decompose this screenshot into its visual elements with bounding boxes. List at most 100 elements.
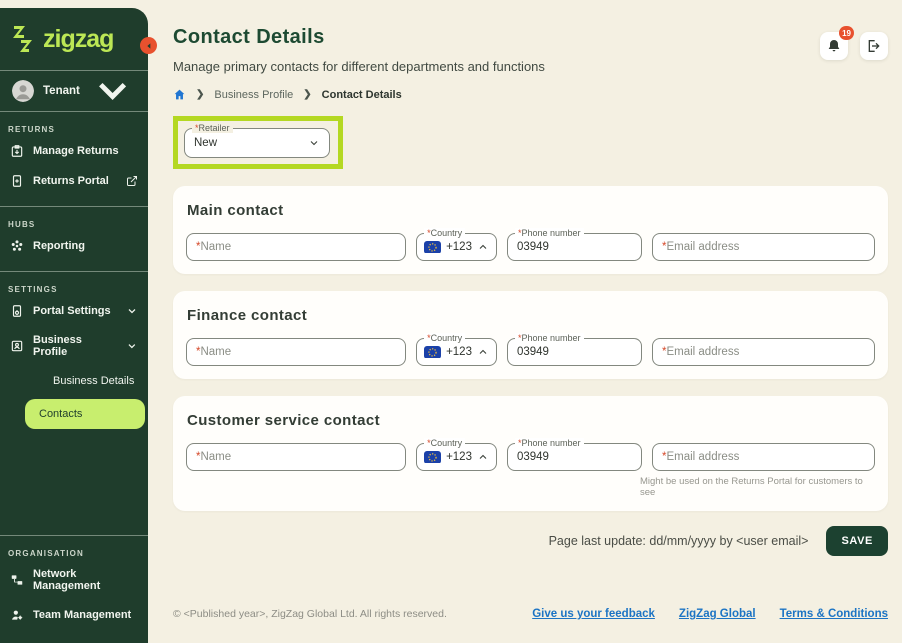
phone-input[interactable]: *Phone number 03949: [506, 228, 642, 261]
sidebar-item-label: Business Profile: [33, 334, 82, 358]
chevron-down-icon: [310, 141, 318, 146]
feedback-link[interactable]: Give us your feedback: [532, 608, 655, 620]
sidebar-item-label: Network Management: [33, 568, 101, 592]
chevron-down-icon: [128, 309, 136, 314]
notification-badge: 19: [839, 26, 854, 40]
retailer-value: New: [194, 137, 218, 149]
breadcrumb-separator: ❯: [196, 89, 205, 100]
chevron-up-icon: [479, 454, 487, 459]
external-link-icon: [127, 176, 137, 186]
email-placeholder: *Email address: [661, 451, 740, 463]
breadcrumb: ❯ Business Profile ❯ Contact Details: [173, 88, 888, 101]
zigzag-logo-text: zigzag: [43, 24, 114, 53]
email-placeholder: *Email address: [661, 241, 740, 253]
email-input[interactable]: *Email address: [651, 443, 875, 471]
divider: [0, 535, 148, 536]
section-organisation: ORGANISATION: [8, 549, 85, 558]
sidebar-item-returns-portal[interactable]: Returns Portal: [0, 166, 148, 196]
team-management-icon: [12, 610, 23, 620]
country-select[interactable]: *Country +123: [416, 333, 497, 366]
phone-label: *Phone number: [514, 438, 584, 448]
card-title: Main contact: [187, 202, 284, 219]
business-profile-icon: [11, 340, 23, 352]
finance-contact-card: Finance contact *Name *Country +123 *Pho…: [173, 291, 888, 379]
phone-label: *Phone number: [514, 228, 584, 238]
country-code: +123: [446, 241, 472, 253]
logout-button[interactable]: [860, 32, 888, 60]
sidebar-item-team-management[interactable]: Team Management: [0, 600, 148, 630]
tenant-switcher[interactable]: Tenant: [0, 71, 148, 111]
retailer-select[interactable]: *Retailer New: [184, 123, 330, 158]
copyright-text: © <Published year>, ZigZag Global Ltd. A…: [173, 608, 447, 620]
reporting-icon: [11, 240, 23, 251]
sidebar-subitem-contacts-active[interactable]: Contacts: [25, 399, 145, 429]
section-returns: RETURNS: [8, 125, 56, 134]
annotation-highlight-box: *Retailer New: [173, 116, 343, 169]
phone-input[interactable]: *Phone number 03949: [506, 333, 642, 366]
terms-conditions-link[interactable]: Terms & Conditions: [780, 608, 888, 620]
sidebar-item-reporting[interactable]: Reporting: [0, 231, 148, 261]
name-input[interactable]: *Name: [186, 233, 407, 261]
collapse-arrow-icon: [146, 42, 150, 49]
country-code: +123: [446, 346, 472, 358]
eu-flag-icon: [424, 240, 442, 254]
zigzag-global-link[interactable]: ZigZag Global: [679, 608, 756, 620]
sidebar-collapse-button[interactable]: [140, 37, 157, 54]
phone-value: 03949: [516, 346, 549, 358]
zigzag-logo: zigzag: [0, 8, 148, 70]
country-label: *Country: [424, 228, 466, 238]
breadcrumb-business-profile[interactable]: Business Profile: [214, 89, 293, 101]
sidebar: zigzag Tenant RETURNS Manage Returns Ret…: [0, 8, 148, 643]
page-footer: © <Published year>, ZigZag Global Ltd. A…: [173, 608, 888, 620]
manage-returns-icon: [11, 145, 23, 157]
home-icon[interactable]: [173, 88, 186, 101]
tenant-label: Tenant: [43, 85, 80, 97]
portal-settings-icon: [12, 305, 22, 317]
sidebar-item-label: Reporting: [33, 240, 85, 252]
phone-label: *Phone number: [514, 333, 584, 343]
breadcrumb-separator: ❯: [303, 89, 312, 100]
name-placeholder: *Name: [196, 451, 232, 463]
sidebar-item-network-management[interactable]: Network Management: [0, 560, 148, 600]
sidebar-item-label: Returns Portal: [33, 175, 109, 187]
sidebar-subitem-business-details[interactable]: Business Details: [0, 366, 148, 396]
zigzag-logo-icon: [13, 26, 32, 52]
phone-input[interactable]: *Phone number 03949: [506, 438, 642, 471]
country-select[interactable]: *Country +123: [416, 438, 497, 471]
email-helper-text: Might be used on the Returns Portal for …: [640, 476, 863, 498]
phone-value: 03949: [516, 241, 549, 253]
breadcrumb-current: Contact Details: [321, 88, 402, 101]
name-input[interactable]: *Name: [186, 443, 407, 471]
divider: [0, 206, 148, 207]
email-placeholder: *Email address: [661, 346, 740, 358]
name-input[interactable]: *Name: [186, 338, 407, 366]
sidebar-item-portal-settings[interactable]: Portal Settings: [0, 296, 148, 326]
country-label: *Country: [424, 333, 466, 343]
chevron-down-icon: [128, 344, 136, 349]
page-title: Contact Details: [173, 26, 325, 48]
card-title: Finance contact: [187, 307, 308, 324]
main-content: Contact Details Manage primary contacts …: [148, 0, 902, 643]
eu-flag-icon: [424, 450, 442, 464]
country-select[interactable]: *Country +123: [416, 228, 497, 261]
sidebar-item-label: Manage Returns: [33, 145, 119, 157]
sidebar-item-business-profile[interactable]: Business Profile: [0, 326, 148, 366]
customer-service-contact-card: Customer service contact *Name *Country …: [173, 396, 888, 511]
main-contact-card: Main contact *Name *Country +123 *Phone …: [173, 186, 888, 274]
save-button[interactable]: SAVE: [826, 526, 888, 556]
card-title: Customer service contact: [187, 412, 381, 429]
returns-portal-icon: [12, 175, 22, 187]
notifications-button[interactable]: 19: [820, 26, 854, 60]
sidebar-item-manage-returns[interactable]: Manage Returns: [0, 136, 148, 166]
sidebar-item-label: Team Management: [33, 609, 132, 621]
page-subtitle: Manage primary contacts for different de…: [173, 59, 545, 74]
bell-icon: [828, 40, 840, 52]
retailer-label: *Retailer: [192, 123, 233, 133]
email-input[interactable]: *Email address: [651, 338, 875, 366]
email-input[interactable]: *Email address: [651, 233, 875, 261]
divider: [0, 271, 148, 272]
sidebar-item-label: Portal Settings: [33, 305, 111, 317]
name-placeholder: *Name: [196, 346, 232, 358]
network-management-icon: [11, 575, 23, 585]
section-hubs: HUBS: [8, 220, 36, 229]
